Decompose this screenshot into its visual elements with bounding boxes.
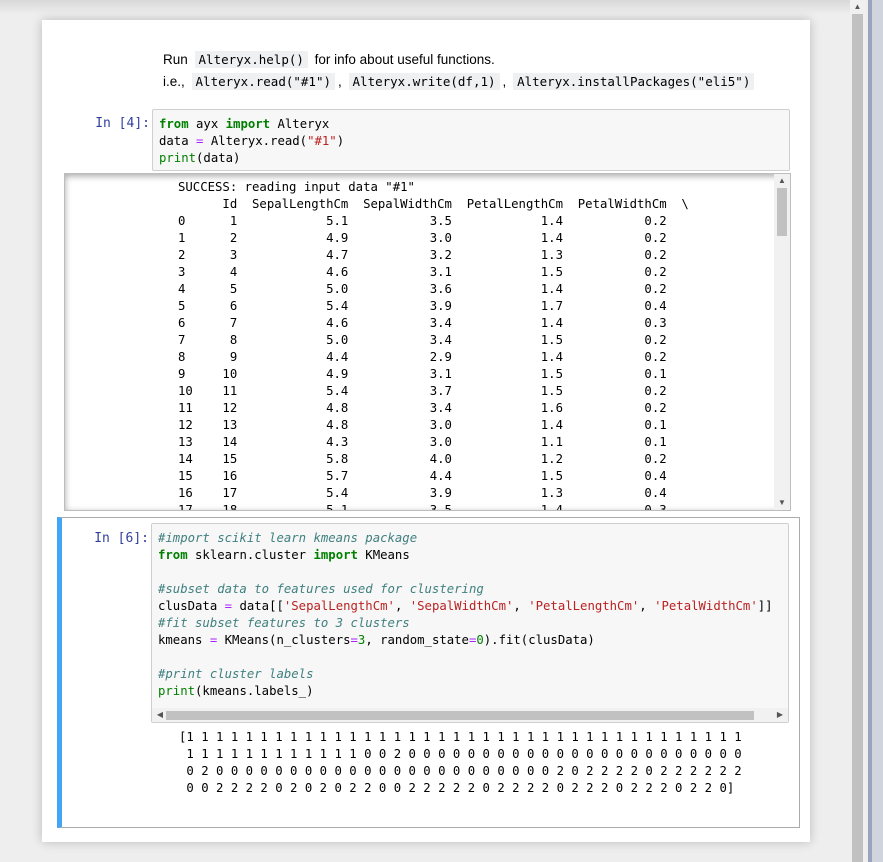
scroll-down-arrow-icon[interactable]: ▼ bbox=[774, 498, 790, 508]
code-text: #import scikit learn kmeans package from… bbox=[158, 531, 773, 698]
scroll-right-arrow-icon[interactable]: ▶ bbox=[772, 710, 788, 720]
window-right-edge bbox=[868, 0, 883, 862]
md-sep: , bbox=[502, 74, 507, 89]
output-text: SUCCESS: reading input data "#1" Id Sepa… bbox=[178, 180, 689, 511]
inline-code: Alteryx.help() bbox=[194, 51, 308, 68]
selected-code-cell[interactable]: In [6]: #import scikit learn kmeans pack… bbox=[57, 517, 800, 828]
scrollbar-thumb[interactable] bbox=[166, 711, 754, 720]
inline-code: Alteryx.write(df,1) bbox=[348, 73, 500, 90]
top-shadow bbox=[0, 0, 850, 14]
markdown-line-2: i.e., Alteryx.read("#1"), Alteryx.write(… bbox=[163, 71, 757, 93]
scroll-up-arrow-icon[interactable]: ▲ bbox=[850, 2, 865, 11]
code-text: from ayx import Alteryx data = Alteryx.r… bbox=[159, 117, 345, 165]
code-horizontal-scrollbar[interactable]: ◀ ▶ bbox=[152, 708, 788, 722]
md-text: Run bbox=[163, 52, 188, 67]
scrollbar-thumb[interactable] bbox=[777, 188, 787, 236]
inline-code: Alteryx.installPackages("eli5") bbox=[513, 73, 755, 90]
md-text: for info about useful functions. bbox=[314, 52, 495, 67]
scroll-up-arrow-icon[interactable]: ▲ bbox=[774, 176, 790, 186]
notebook-page: Run Alteryx.help() for info about useful… bbox=[42, 20, 810, 842]
md-sep: , bbox=[338, 74, 342, 89]
inline-code: Alteryx.read("#1") bbox=[191, 73, 335, 90]
cluster-labels-output: [1 1 1 1 1 1 1 1 1 1 1 1 1 1 1 1 1 1 1 1… bbox=[179, 730, 742, 795]
code-input-2[interactable]: #import scikit learn kmeans package from… bbox=[151, 523, 789, 723]
output-vertical-scrollbar[interactable]: ▲ ▼ bbox=[774, 174, 790, 510]
scrollbar-thumb[interactable] bbox=[852, 14, 863, 862]
output-scroll-area[interactable]: SUCCESS: reading input data "#1" Id Sepa… bbox=[64, 173, 791, 511]
markdown-line-1: Run Alteryx.help() for info about useful… bbox=[163, 49, 757, 71]
markdown-cell[interactable]: Run Alteryx.help() for info about useful… bbox=[163, 49, 757, 93]
md-text: i.e., bbox=[163, 74, 185, 89]
cell-prompt: In [6]: bbox=[94, 531, 149, 546]
code-input-1[interactable]: from ayx import Alteryx data = Alteryx.r… bbox=[152, 109, 790, 171]
window-vertical-scrollbar[interactable]: ▲ bbox=[850, 0, 865, 862]
cell-prompt: In [4]: bbox=[95, 116, 150, 131]
